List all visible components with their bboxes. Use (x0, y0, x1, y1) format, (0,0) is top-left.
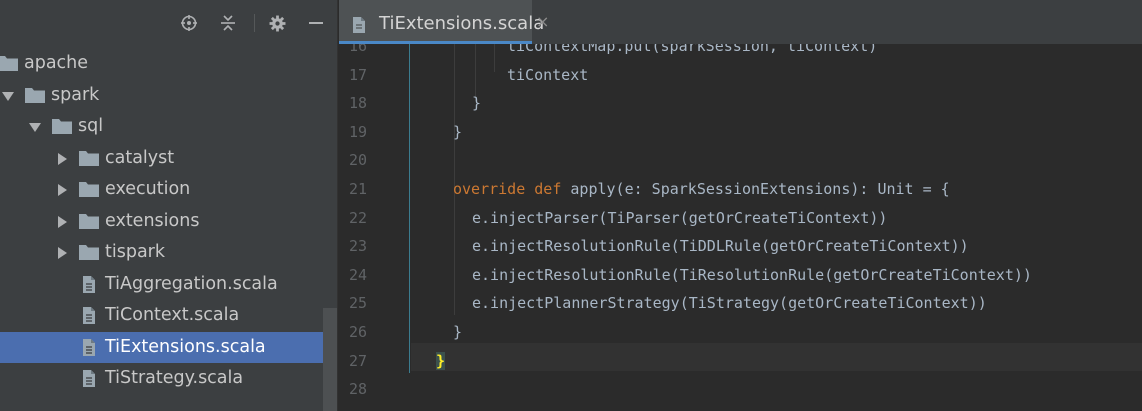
tree-item-label: TiStrategy.scala (105, 368, 244, 388)
ide-window: apache spark sql catalyst execution extension… (0, 0, 1142, 411)
folder-icon (79, 213, 99, 230)
tree-item-label: TiContext.scala (105, 305, 240, 325)
line-gutter: 16 17 18 19 20 21 22 23 24 25 26 27 28 (339, 44, 411, 411)
code-line: tiContext (507, 65, 589, 84)
tree-folder[interactable]: apache (0, 48, 337, 80)
collapse-all-icon[interactable] (220, 15, 236, 31)
tab-tiextensions[interactable]: TiExtensions.scala × (339, 0, 549, 44)
line-number: 19 (348, 122, 367, 141)
tree-item-label: tispark (105, 242, 166, 262)
tree-file[interactable]: TiStrategy.scala (0, 363, 337, 395)
folder-icon (0, 55, 18, 72)
chevron-right-icon[interactable] (55, 215, 69, 229)
code-line: } (436, 351, 446, 370)
code-line: tiContextMap.put(sparkSession, tiContext… (507, 44, 878, 55)
tree-folder[interactable]: catalyst (0, 143, 337, 175)
project-scrollbar[interactable] (323, 308, 337, 411)
line-number: 27 (348, 351, 367, 370)
tree-folder[interactable]: execution (0, 174, 337, 206)
folder-icon (79, 244, 99, 261)
tree-folder[interactable]: sql (0, 111, 337, 143)
project-tree: apache spark sql catalyst execution extension… (0, 48, 337, 395)
tree-folder[interactable]: spark (0, 80, 337, 112)
code-editor[interactable]: 16 17 18 19 20 21 22 23 24 25 26 27 28 tiContextMap.… (339, 44, 1142, 411)
line-number: 16 (348, 44, 367, 55)
editor-panel: TiExtensions.scala × 16 17 18 19 20 21 22 23 24 2… (339, 0, 1142, 411)
header-separator (254, 14, 255, 32)
scala-file-icon (82, 338, 102, 356)
line-number: 24 (348, 265, 367, 284)
code-line: e.injectResolutionRule(TiDDLRule(getOrCr… (472, 237, 969, 256)
chevron-right-icon[interactable] (55, 246, 69, 260)
tree-item-label: sql (78, 116, 104, 136)
tree-folder[interactable]: tispark (0, 237, 337, 269)
code-line: } (453, 323, 463, 341)
chevron-right-icon[interactable] (55, 152, 69, 166)
locate-file-icon[interactable] (181, 15, 197, 31)
line-number: 20 (348, 151, 367, 170)
line-number: 26 (348, 323, 367, 341)
code-line: override def apply(e: SparkSessionExtens… (453, 180, 950, 198)
project-panel-header (0, 0, 337, 44)
code-line: e.injectResolutionRule(TiResolutionRule(… (472, 265, 1032, 284)
project-panel: apache spark sql catalyst execution extension… (0, 0, 337, 411)
editor-tabs: TiExtensions.scala × (339, 0, 1142, 44)
line-number: 25 (348, 294, 367, 313)
indent-guide (475, 44, 476, 101)
folder-icon (79, 181, 99, 198)
current-line-highlight (339, 343, 1142, 371)
fold-marker-line (409, 44, 410, 373)
code-line: } (453, 122, 463, 141)
line-number: 21 (348, 180, 367, 198)
scala-file-icon (352, 17, 368, 33)
tree-item-label: catalyst (105, 147, 175, 168)
tree-item-label: apache (24, 53, 89, 73)
scala-file-icon (82, 307, 102, 324)
tree-file[interactable]: TiContext.scala (0, 300, 337, 332)
chevron-down-icon[interactable] (1, 89, 15, 103)
tree-file[interactable]: TiExtensions.scala (0, 331, 337, 363)
code-line: e.injectPlannerStrategy(TiStrategy(getOr… (472, 294, 987, 313)
line-number: 28 (348, 380, 367, 399)
gear-icon[interactable] (269, 15, 286, 32)
tree-file[interactable]: TiAggregation.scala (0, 269, 337, 301)
code-line: } (472, 94, 482, 113)
line-number: 18 (348, 94, 367, 113)
chevron-down-icon[interactable] (28, 120, 42, 134)
line-number: 23 (348, 237, 367, 256)
tab-label: TiExtensions.scala (379, 13, 545, 34)
tree-item-label: spark (51, 84, 100, 105)
close-icon[interactable]: × (536, 14, 549, 30)
folder-icon (52, 118, 72, 135)
code-line: e.injectParser(TiParser(getOrCreateTiCon… (472, 208, 888, 227)
scala-file-icon (82, 275, 102, 293)
tree-folder[interactable]: extensions (0, 206, 337, 238)
hide-panel-icon[interactable] (308, 15, 324, 31)
line-number: 22 (348, 208, 367, 227)
folder-icon (79, 150, 99, 167)
chevron-right-icon[interactable] (55, 183, 69, 197)
tree-item-label: TiAggregation.scala (105, 273, 278, 294)
tree-item-label: TiExtensions.scala (105, 336, 266, 357)
folder-icon (25, 87, 45, 104)
scala-file-icon (82, 370, 102, 387)
line-number: 17 (348, 65, 367, 84)
tree-item-label: extensions (105, 210, 200, 231)
indent-guide (494, 44, 495, 72)
tree-item-label: execution (105, 179, 191, 199)
